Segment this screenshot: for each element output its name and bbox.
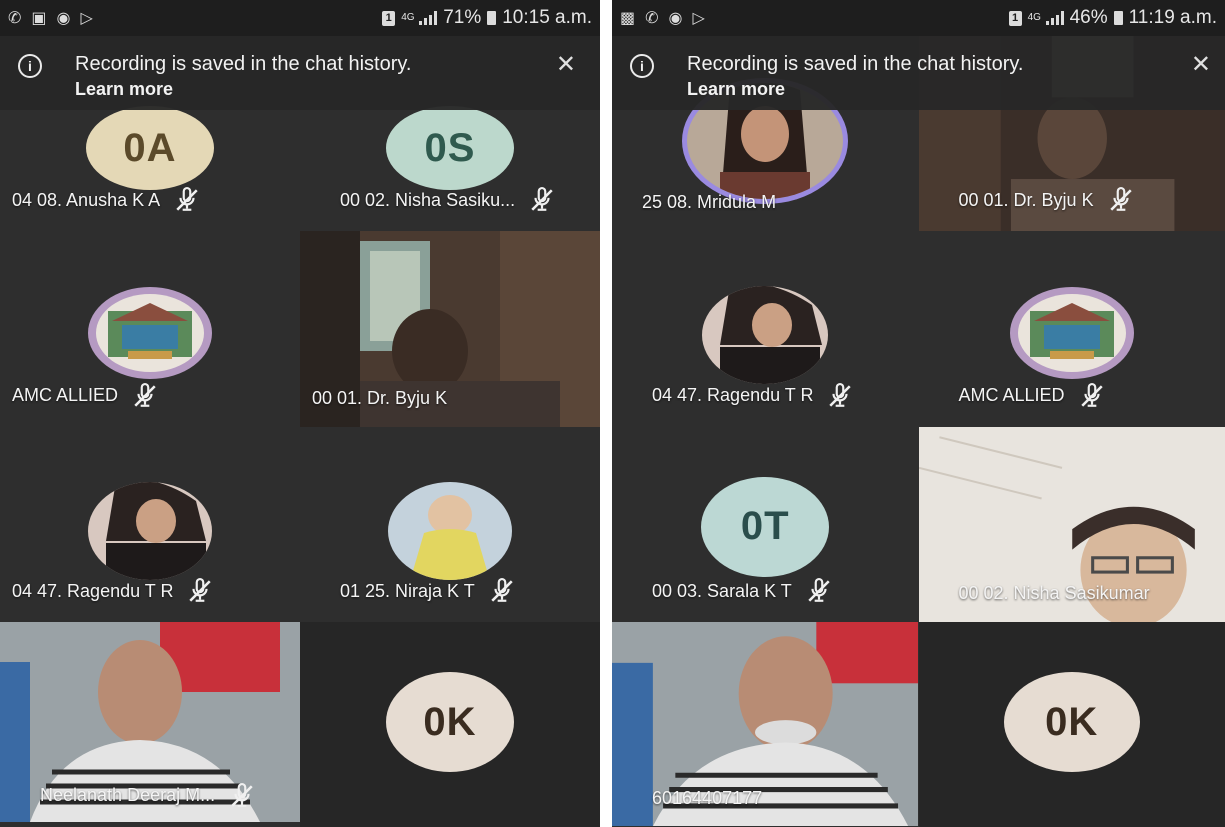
banner-message: Recording is saved in the chat history. [687, 53, 1024, 75]
college-logo-avatar [88, 287, 212, 380]
battery-icon [487, 11, 497, 25]
participant-name: 00 02. Nisha Sasikumar [958, 583, 1150, 604]
signal-icon [419, 11, 438, 25]
participant-name: 00 01. Dr. Byju K [959, 187, 1134, 213]
participant-tile[interactable]: 0T 00 03. Sarala K T [612, 426, 919, 623]
status-bar: ▩ ✆ ◉ ▷ 1 4G 46% 11:19 a.m. [612, 0, 1225, 36]
participant-tile[interactable]: 00 01. Dr. Byju K [300, 231, 600, 427]
info-icon: i [18, 54, 42, 78]
participant-name: 01 25. Niraja K T [340, 578, 515, 604]
participant-tile[interactable]: 0K [918, 622, 1225, 827]
close-icon[interactable]: ✕ [1191, 50, 1211, 79]
play-store-icon: ▷ [80, 10, 93, 27]
participant-name: 00 02. Nisha Sasiku... [340, 187, 555, 213]
info-icon: i [630, 54, 654, 78]
mic-off-icon [529, 187, 555, 213]
participant-tile[interactable]: AMC ALLIED [918, 231, 1225, 427]
system-icons: 1 4G 71% 10:15 a.m. [382, 7, 592, 29]
sim-icon: 1 [1008, 10, 1022, 26]
participant-tile[interactable]: 04 47. Ragendu T R [612, 231, 919, 427]
signal-icon [1045, 11, 1064, 25]
mic-off-icon [1108, 187, 1134, 213]
initials-avatar: 0S [386, 106, 514, 190]
initials-avatar: 0K [386, 672, 514, 773]
mic-off-icon [1079, 383, 1105, 409]
initials-avatar: 0K [1003, 672, 1140, 773]
participant-tile[interactable]: Neelanath Deeraj M... [0, 622, 300, 827]
notification-icons: ✆ ▣ ◉ ▷ [8, 8, 93, 28]
profile-photo-avatar [702, 286, 829, 385]
recording-banner: i Recording is saved in the chat history… [0, 36, 600, 110]
close-icon[interactable]: ✕ [556, 50, 576, 79]
initials-avatar: 0A [86, 106, 214, 190]
battery-icon [1113, 11, 1123, 25]
phone-call-icon: ✆ [645, 10, 659, 27]
network-type: 4G [401, 12, 415, 23]
wifi-icon: ◉ [56, 10, 71, 27]
system-icons: 1 4G 46% 11:19 a.m. [1008, 7, 1217, 29]
mic-off-icon [174, 187, 200, 213]
profile-photo-avatar [88, 481, 212, 580]
gallery-icon: ▣ [31, 10, 47, 27]
phone-call-icon: ✆ [8, 10, 22, 27]
mic-off-icon [187, 578, 213, 604]
battery-percent: 46% [1069, 7, 1108, 28]
participant-name: Neelanath Deeraj M... [40, 783, 255, 809]
phone-screen-right: ▩ ✆ ◉ ▷ 1 4G 46% 11:19 a.m. i Recording … [612, 0, 1225, 827]
participant-name: 00 01. Dr. Byju K [312, 387, 448, 408]
teams-icon: ▩ [620, 10, 636, 27]
mic-off-icon [132, 383, 158, 409]
participant-tile[interactable]: 00 02. Nisha Sasikumar [918, 426, 1225, 623]
banner-message: Recording is saved in the chat history. [75, 53, 412, 75]
mic-off-icon [489, 578, 515, 604]
college-logo-avatar [1009, 287, 1134, 380]
initials-avatar: 0T [701, 476, 830, 577]
notification-icons: ▩ ✆ ◉ ▷ [620, 8, 705, 28]
participant-grid: 25 08. Mridula M 00 01. Dr. Byju K 04 47… [612, 36, 1225, 827]
recording-banner: i Recording is saved in the chat history… [612, 36, 1225, 110]
participant-name: 60164407177 [652, 787, 763, 808]
phone-screen-left: ✆ ▣ ◉ ▷ 1 4G 71% 10:15 a.m. i Recording … [0, 0, 600, 827]
participant-name: AMC ALLIED [12, 383, 158, 409]
network-type: 4G [1027, 12, 1041, 23]
play-store-icon: ▷ [692, 10, 705, 27]
participant-name: 04 47. Ragendu T R [12, 578, 213, 604]
wifi-icon: ◉ [668, 10, 683, 27]
status-bar: ✆ ▣ ◉ ▷ 1 4G 71% 10:15 a.m. [0, 0, 600, 36]
clock: 11:19 a.m. [1128, 7, 1217, 28]
learn-more-link[interactable]: Learn more [75, 79, 173, 100]
participant-name: AMC ALLIED [959, 383, 1105, 409]
participant-name: 04 47. Ragendu T R [652, 383, 853, 409]
participant-tile[interactable]: 60164407177 [612, 622, 919, 827]
participant-name: 00 03. Sarala K T [652, 578, 832, 604]
mic-off-icon [806, 578, 832, 604]
learn-more-link[interactable]: Learn more [687, 79, 785, 100]
participant-grid: 0A 04 08. Anusha K A 0S 00 02. Nisha Sas… [0, 36, 600, 827]
mic-off-icon [229, 783, 255, 809]
battery-percent: 71% [443, 7, 482, 28]
participant-name: 25 08. Mridula M [642, 192, 777, 213]
participant-tile[interactable]: 01 25. Niraja K T [300, 426, 600, 623]
participant-tile[interactable]: 04 47. Ragendu T R [0, 426, 300, 623]
participant-tile[interactable]: AMC ALLIED [0, 231, 300, 427]
participant-name: 04 08. Anusha K A [12, 187, 200, 213]
profile-photo-avatar [388, 481, 512, 580]
mic-off-icon [827, 383, 853, 409]
participant-tile[interactable]: 0K [300, 622, 600, 827]
sim-icon: 1 [382, 10, 396, 26]
clock: 10:15 a.m. [502, 7, 592, 28]
